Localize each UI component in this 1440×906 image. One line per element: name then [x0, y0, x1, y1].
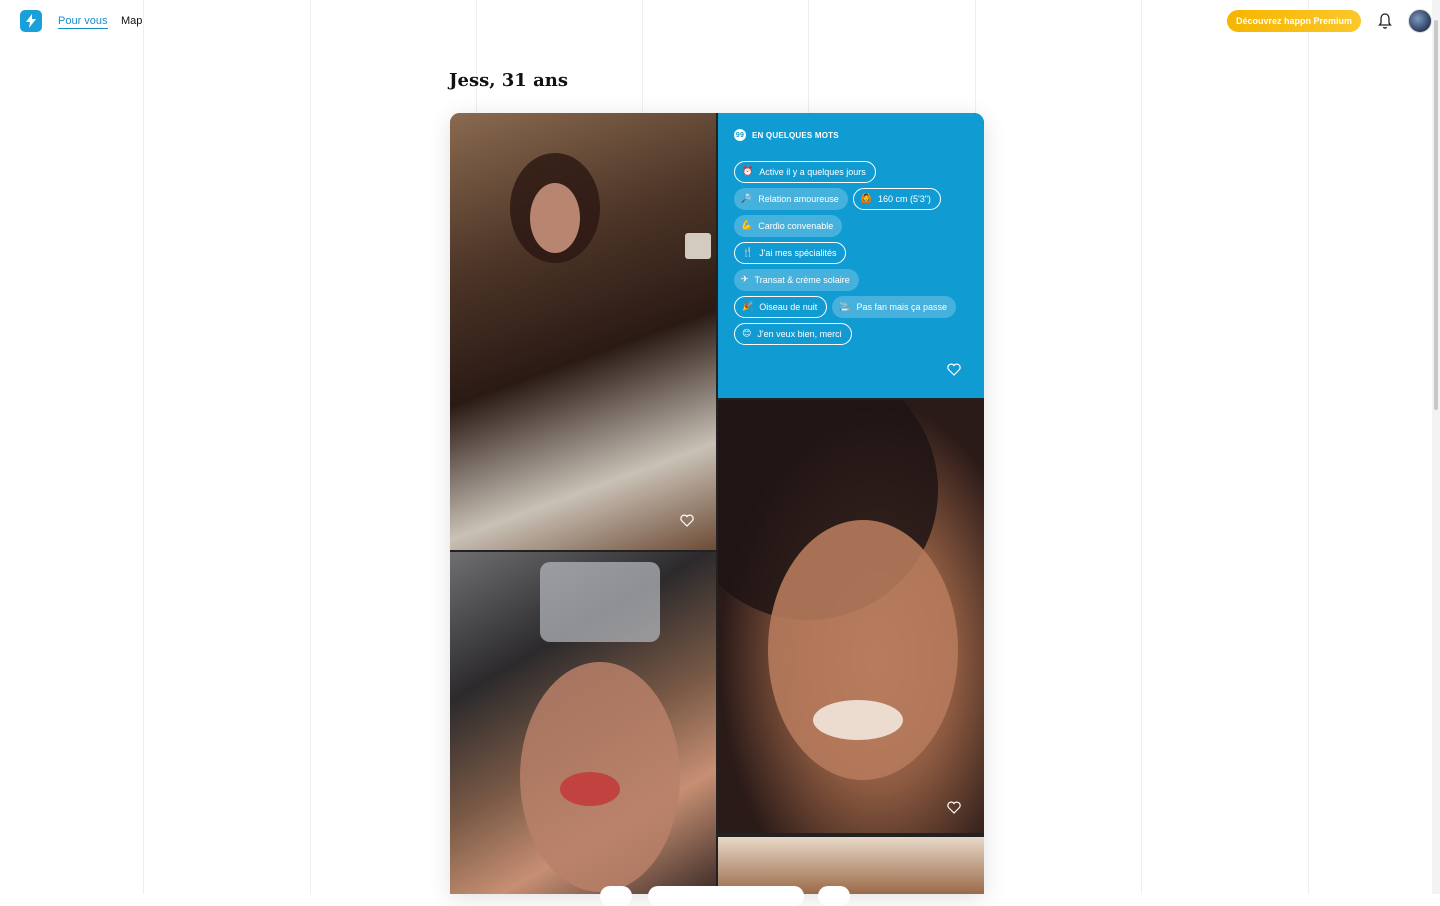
chip-smoking: 🚬Pas fan mais ça passe: [832, 296, 956, 318]
heart-icon[interactable]: [680, 514, 694, 527]
chip-relationship: 🔎Relation amoureuse: [734, 188, 848, 210]
alarm-clock-icon: ⏰: [742, 167, 753, 177]
profile-card: 99 EN QUELQUES MOTS ⏰Active il y a quelq…: [450, 113, 984, 894]
muscle-icon: 💪: [741, 221, 752, 231]
chip-activity: ⏰Active il y a quelques jours: [734, 161, 876, 183]
scrollbar[interactable]: [1432, 0, 1440, 894]
chip-travel: ✈Transat & crème solaire: [734, 269, 859, 291]
bio-chips: ⏰Active il y a quelques jours 🔎Relation …: [734, 161, 968, 345]
bio-heading-label: EN QUELQUES MOTS: [752, 131, 839, 140]
chip-drinking: 😊J'en veux bien, merci: [734, 323, 852, 345]
profile-photo-2[interactable]: [450, 552, 716, 894]
magnifier-icon: 🔎: [741, 194, 752, 204]
action-button-right[interactable]: [818, 886, 850, 906]
top-bar: Pour vous Map Découvrez happn Premium: [0, 0, 1440, 42]
quote-icon: 99: [734, 129, 746, 141]
fork-knife-icon: 🍴: [742, 248, 753, 258]
profile-photo-1[interactable]: [450, 113, 716, 550]
chip-fitness: 💪Cardio convenable: [734, 215, 842, 237]
avatar[interactable]: [1408, 9, 1432, 33]
chip-height: 🙆160 cm (5'3"): [853, 188, 941, 210]
happn-logo-icon[interactable]: [20, 10, 42, 32]
smile-icon: 😊: [742, 329, 751, 339]
heart-icon[interactable]: [947, 801, 961, 814]
tab-pour-vous[interactable]: Pour vous: [58, 15, 108, 29]
cigarette-icon: 🚬: [839, 302, 850, 312]
person-icon: 🙆: [861, 194, 872, 204]
action-button-left[interactable]: [600, 886, 632, 906]
bio-panel: 99 EN QUELQUES MOTS ⏰Active il y a quelq…: [718, 113, 984, 398]
action-buttons: [600, 886, 860, 896]
action-button-center[interactable]: [648, 886, 804, 906]
profile-photo-3[interactable]: [718, 400, 984, 833]
party-icon: 🎉: [742, 302, 753, 312]
airplane-icon: ✈: [741, 275, 749, 285]
scrollbar-thumb[interactable]: [1434, 20, 1438, 410]
heart-icon[interactable]: [947, 363, 961, 376]
premium-button[interactable]: Découvrez happn Premium: [1227, 10, 1361, 32]
chip-nightlife: 🎉Oiseau de nuit: [734, 296, 827, 318]
bio-heading: 99 EN QUELQUES MOTS: [734, 129, 968, 141]
tab-map[interactable]: Map: [121, 15, 142, 27]
bell-icon[interactable]: [1377, 12, 1393, 30]
profile-title: Jess, 31 ans: [449, 70, 568, 91]
chip-cooking: 🍴J'ai mes spécialités: [734, 242, 846, 264]
